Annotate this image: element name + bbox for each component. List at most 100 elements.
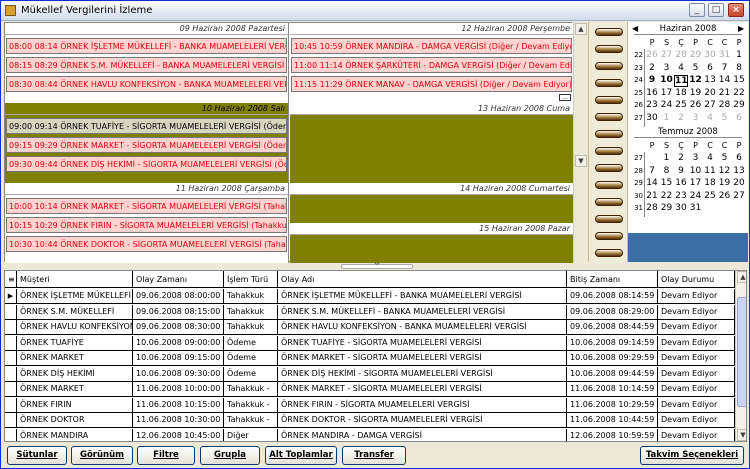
- calendar-day[interactable]: 6: [732, 113, 746, 123]
- grid-cell[interactable]: Tahakkuk -: [224, 413, 278, 428]
- grid-cell[interactable]: ÖRNEK MARKET: [17, 351, 133, 366]
- calendar-day[interactable]: 13: [732, 166, 746, 176]
- calendar-day[interactable]: 18: [674, 88, 688, 98]
- calendar-day[interactable]: 20: [703, 88, 717, 98]
- table-row[interactable]: ÖRNEK TUAFİYE 10.06.2008 09:00:00 Ödeme ÖRN…: [5, 335, 735, 351]
- appointment[interactable]: 08:30 08:44 ÖRNEK HAVLU KONFEKSİYON - BA…: [6, 76, 287, 92]
- calendar-day[interactable]: 14: [718, 75, 732, 85]
- day-cell[interactable]: 12 Haziran 2008 Perşembe 10:45 10:59 ÖRNE…: [290, 23, 573, 103]
- grid-column-header[interactable]: İşlem Türü: [224, 271, 278, 288]
- calendar-day[interactable]: 26: [645, 50, 659, 60]
- calendar-day[interactable]: 4: [674, 63, 688, 73]
- group-button[interactable]: Grupla: [200, 446, 260, 465]
- more-appointments-icon[interactable]: …: [559, 94, 571, 101]
- grid-cell[interactable]: 09.06.2008 08:15:00: [133, 304, 224, 320]
- calendar-day[interactable]: 5: [689, 63, 703, 73]
- calendar-day[interactable]: 26: [689, 100, 703, 110]
- grid-scroll-up-icon[interactable]: ▲: [737, 271, 746, 283]
- calendar-day[interactable]: 7: [718, 63, 732, 73]
- grid-cell[interactable]: Devam Ediyor: [658, 304, 735, 320]
- calendar-day[interactable]: 28: [674, 50, 688, 60]
- table-row[interactable]: ÖRNEK DİŞ HEKİMİ 10.06.2008 09:30:00 Ödeme…: [5, 366, 735, 382]
- appointment[interactable]: 08:15 08:29 ÖRNEK S.M. MÜKELLEFİ - BANKA…: [6, 57, 287, 73]
- row-indicator[interactable]: [5, 413, 17, 428]
- calendar-day[interactable]: 16: [645, 88, 659, 98]
- grid-cell[interactable]: 12.06.2008 10:45:00: [133, 428, 224, 441]
- grid-cell[interactable]: 09.06.2008 08:30:00: [133, 320, 224, 335]
- grid-cell[interactable]: ÖRNEK HAVLU KONFEKSİYON - BANKA MUAMELEL…: [278, 320, 567, 335]
- grid-cell[interactable]: 10.06.2008 09:00:00: [133, 335, 224, 351]
- grid-cell[interactable]: ÖRNEK DOKTOR - SİGORTA MUAMELELERİ VERGİ…: [278, 413, 567, 428]
- calendar-day[interactable]: 25: [703, 191, 717, 201]
- calendar-day[interactable]: 2: [674, 153, 688, 163]
- calendar-day[interactable]: 17: [689, 178, 703, 188]
- view-button[interactable]: Görünüm: [71, 446, 133, 465]
- grid-header-selector[interactable]: ≡: [5, 271, 17, 288]
- calendar-day[interactable]: 30: [674, 203, 688, 213]
- day-cell[interactable]: 14 Haziran 2008 Cumartesi: [290, 183, 573, 223]
- grid-cell[interactable]: 11.06.2008 10:14:59: [567, 382, 658, 397]
- calendar-day[interactable]: 30: [703, 50, 717, 60]
- calendar-day[interactable]: 3: [689, 153, 703, 163]
- row-indicator[interactable]: [5, 335, 17, 351]
- calendar-day[interactable]: 26: [718, 191, 732, 201]
- calendar-day[interactable]: 29: [732, 100, 746, 110]
- grid-cell[interactable]: Tahakkuk: [224, 304, 278, 320]
- grid-column-header[interactable]: Bitiş Zamanı: [567, 271, 658, 288]
- grid-cell[interactable]: Devam Ediyor: [658, 366, 735, 382]
- grid-scroll-thumb[interactable]: [737, 297, 746, 407]
- row-indicator[interactable]: ▶: [5, 289, 17, 304]
- grid-cell[interactable]: 11.06.2008 10:30:00: [133, 413, 224, 428]
- day-cell[interactable]: 11 Haziran 2008 Çarşamba 10:00 10:14 ÖRNE…: [5, 183, 288, 263]
- subtotals-button[interactable]: Alt Toplamlar: [265, 446, 337, 465]
- calendar-day[interactable]: 27: [660, 50, 674, 60]
- grid-cell[interactable]: ÖRNEK DOKTOR: [17, 413, 133, 428]
- calendar-day[interactable]: 21: [645, 191, 659, 201]
- grid-cell[interactable]: Devam Ediyor: [658, 335, 735, 351]
- grid-column-header[interactable]: Müşteri: [17, 271, 133, 288]
- calendar-day[interactable]: 10: [660, 75, 674, 85]
- appointment[interactable]: 09:30 09:44 ÖRNEK DİŞ HEKİMİ - SİGORTA M…: [6, 156, 287, 172]
- schedule-scrollbar[interactable]: ▲ ▼: [573, 22, 587, 262]
- grid-cell[interactable]: 10.06.2008 09:29:59: [567, 351, 658, 366]
- grid-cell[interactable]: 11.06.2008 10:29:59: [567, 397, 658, 413]
- scroll-up-icon[interactable]: ▲: [575, 23, 587, 35]
- transfer-button[interactable]: Transfer: [342, 446, 406, 465]
- grid-cell[interactable]: ÖRNEK MANDIRA - DAMGA VERGİSİ: [278, 428, 567, 441]
- calendar-day[interactable]: 1: [660, 113, 674, 123]
- grid-cell[interactable]: 11.06.2008 10:44:59: [567, 413, 658, 428]
- calendar-day[interactable]: 19: [718, 178, 732, 188]
- grid-column-header[interactable]: Olay Durumu: [658, 271, 735, 288]
- calendar-day[interactable]: 8: [732, 63, 746, 73]
- calendar-day[interactable]: 28: [718, 100, 732, 110]
- calendar-day[interactable]: 3: [660, 63, 674, 73]
- calendar-day[interactable]: 29: [660, 203, 674, 213]
- grid-cell[interactable]: ÖRNEK TUAFİYE: [17, 335, 133, 351]
- grid-cell[interactable]: 12.06.2008 10:59:59: [567, 428, 658, 441]
- grid-cell[interactable]: ÖRNEK MANDIRA: [17, 428, 133, 441]
- calendar-day[interactable]: 5: [718, 113, 732, 123]
- grid-cell[interactable]: 09.06.2008 08:44:59: [567, 320, 658, 335]
- grid-cell[interactable]: Tahakkuk -: [224, 382, 278, 397]
- grid-cell[interactable]: Ödeme: [224, 366, 278, 382]
- calendar-options-button[interactable]: Takvim Seçenekleri: [640, 446, 744, 465]
- filter-button[interactable]: Filtre: [137, 446, 195, 465]
- grid-cell[interactable]: 09.06.2008 08:14:59: [567, 289, 658, 304]
- maximize-button[interactable]: □: [708, 3, 724, 17]
- appointment[interactable]: 11:00 11:14 ÖRNEK ŞARKÜTERİ - DAMGA VERG…: [291, 57, 572, 73]
- grid-column-header[interactable]: Olay Adı: [278, 271, 567, 288]
- grid-cell[interactable]: ÖRNEK İŞLETME MÜKELLEFİ: [17, 289, 133, 304]
- calendar-day[interactable]: 31: [718, 50, 732, 60]
- row-indicator[interactable]: [5, 397, 17, 413]
- day-cell[interactable]: 09 Haziran 2008 Pazartesi 08:00 08:14 ÖRN…: [5, 23, 288, 103]
- grid-cell[interactable]: Devam Ediyor: [658, 413, 735, 428]
- grid-cell[interactable]: 10.06.2008 09:44:59: [567, 366, 658, 382]
- calendar-day[interactable]: 9: [674, 166, 688, 176]
- row-indicator[interactable]: [5, 351, 17, 366]
- calendar-day[interactable]: 24: [660, 100, 674, 110]
- table-row[interactable]: ÖRNEK S.M. MÜKELLEFİ 09.06.2008 08:15:00 T…: [5, 304, 735, 320]
- calendar-day[interactable]: 29: [689, 50, 703, 60]
- calendar-day[interactable]: 11: [674, 75, 688, 87]
- grid-cell[interactable]: ÖRNEK S.M. MÜKELLEFİ - BANKA MUAMELELERİ…: [278, 304, 567, 320]
- row-indicator[interactable]: [5, 304, 17, 320]
